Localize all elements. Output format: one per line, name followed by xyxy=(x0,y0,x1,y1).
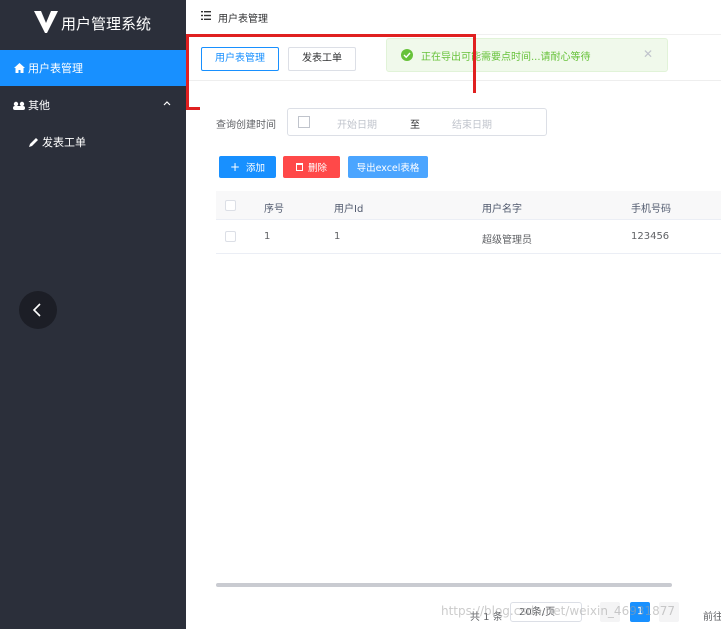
horizontal-scrollbar[interactable] xyxy=(216,583,672,587)
group-icon xyxy=(12,98,26,112)
plus-icon: + xyxy=(229,160,241,174)
breadcrumb[interactable]: 用户表管理 xyxy=(218,10,268,25)
table-header: 序号 用户Id 用户名字 手机号码 xyxy=(216,191,721,220)
export-excel-button[interactable]: 导出excel表格 xyxy=(348,156,428,178)
chevron-left-icon xyxy=(32,303,41,317)
date-separator: 至 xyxy=(410,120,420,131)
sidebar-item-label: 发表工单 xyxy=(42,136,86,149)
content-panel: 查询创建时间 开始日期 至 结束日期 + 添加 删除 导出excel表格 序号 … xyxy=(200,93,721,613)
cell-phone: 123456 xyxy=(631,231,670,242)
column-header-user-id: 用户Id xyxy=(334,204,364,215)
watermark: https://blog.csdn.net/weixin_46931877 xyxy=(441,604,676,618)
sidebar-item-label: 其他 xyxy=(28,99,50,112)
collapse-sidebar-button[interactable] xyxy=(19,291,57,329)
home-icon xyxy=(12,61,26,75)
add-button[interactable]: + 添加 xyxy=(219,156,276,178)
calendar-icon xyxy=(298,116,310,128)
topbar: 用户表管理 xyxy=(186,0,721,35)
sidebar-item-label: 用户表管理 xyxy=(28,62,83,75)
column-header-phone: 手机号码 xyxy=(631,204,671,215)
logo-icon xyxy=(34,11,58,33)
pencil-icon xyxy=(26,135,40,149)
add-button-label: 添加 xyxy=(246,163,266,174)
sidebar-item-user-table[interactable]: 用户表管理 xyxy=(0,50,186,86)
close-icon[interactable]: ✕ xyxy=(643,47,653,61)
cell-user-id: 1 xyxy=(334,231,341,242)
pagination-jump-label: 前往 xyxy=(703,612,721,623)
app-title: 用户管理系统 xyxy=(61,15,152,33)
start-date-input[interactable]: 开始日期 xyxy=(337,116,377,131)
select-all-checkbox[interactable] xyxy=(225,200,236,211)
cell-user-name: 超级管理员 xyxy=(482,235,532,246)
sidebar-item-submit-ticket[interactable]: 发表工单 xyxy=(0,124,186,160)
trash-icon xyxy=(295,163,303,171)
chevron-up-icon xyxy=(163,101,171,106)
cell-index: 1 xyxy=(264,231,271,242)
date-range-picker[interactable]: 开始日期 至 结束日期 xyxy=(287,108,547,136)
query-label: 查询创建时间 xyxy=(216,120,276,131)
sidebar-item-other[interactable]: 其他 xyxy=(0,87,186,123)
delete-button[interactable]: 删除 xyxy=(283,156,340,178)
sidebar: 用户管理系统 用户表管理 其他 发表工单 xyxy=(0,0,186,629)
brand: 用户管理系统 xyxy=(0,0,186,46)
main-area: 用户表管理 用户表管理 发表工单 正在导出可能需要点时间...请耐心等待 ✕ 查… xyxy=(186,0,721,629)
column-header-user-name: 用户名字 xyxy=(482,204,522,215)
row-checkbox[interactable] xyxy=(225,231,236,242)
export-button-label: 导出excel表格 xyxy=(356,163,420,174)
table-row[interactable]: 1 1 超级管理员 123456 xyxy=(216,220,721,254)
delete-button-label: 删除 xyxy=(307,163,327,174)
end-date-input[interactable]: 结束日期 xyxy=(452,116,492,131)
column-header-index: 序号 xyxy=(264,204,284,215)
menu-toggle-icon[interactable] xyxy=(201,11,211,20)
